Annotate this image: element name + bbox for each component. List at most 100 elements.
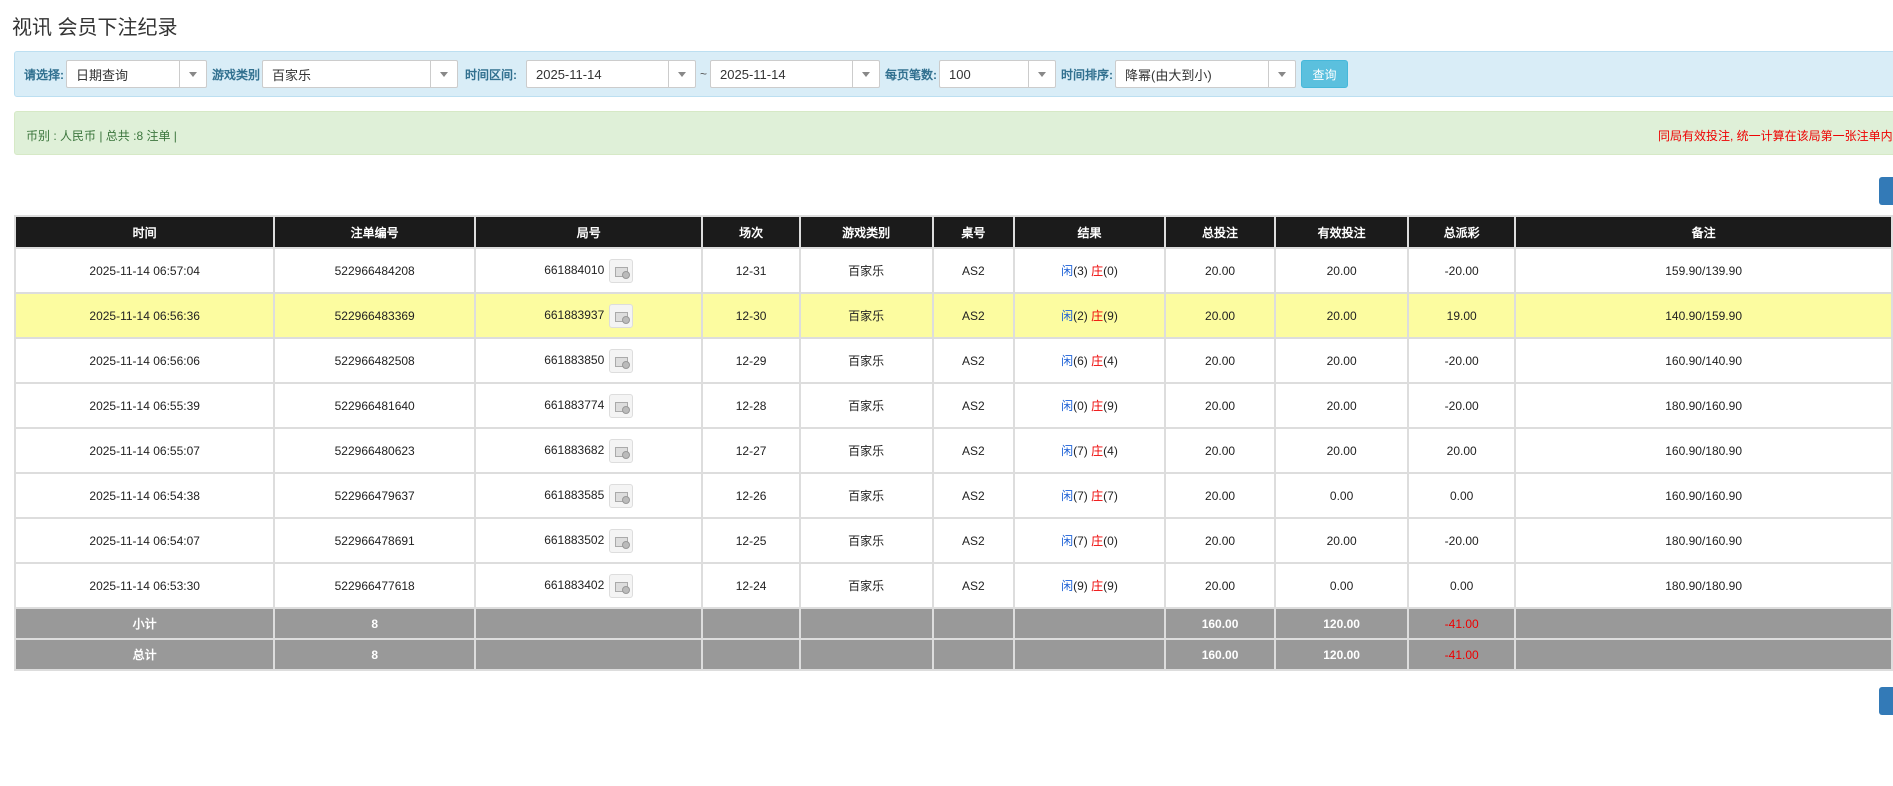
game-type-label: 游戏类别 <box>212 67 261 82</box>
cell-result: 闲(6) 庄(4) <box>1013 337 1166 384</box>
cell-bet-id: 522966478691 <box>273 517 476 564</box>
result-banker-score: (9) <box>1103 309 1118 323</box>
cell-bet-id: 522966479637 <box>273 472 476 519</box>
query-button[interactable]: 查询 <box>1301 60 1349 88</box>
cell-valid-bet: 20.00 <box>1274 292 1410 339</box>
top-action-button[interactable] <box>1879 177 1893 205</box>
cell-game-type: 百家乐 <box>798 382 934 429</box>
select-label: 请选择: <box>24 67 64 82</box>
bet-summary: 币别 : 人民币 | 总共 :8 注单 | <box>26 129 177 143</box>
subtotal-row: 小计 8 160.00 120.00 -41.00 <box>13 607 1893 640</box>
round-id-text: 661883502 <box>544 532 605 547</box>
round-id-text: 661883585 <box>544 487 605 502</box>
query-type-select[interactable]: 日期查询 <box>66 60 207 88</box>
result-banker-label: 庄 <box>1091 534 1104 548</box>
col-header-valid-bet: 有效投注 <box>1274 215 1410 249</box>
filter-bar: 请选择: 日期查询 游戏类别 百家乐 时间区间: 2025-11-14 ~ 20… <box>14 51 1893 97</box>
result-player-score: (3) <box>1073 264 1088 278</box>
cell-time: 2025-11-14 06:56:36 <box>13 292 276 339</box>
cell-game-type: 百家乐 <box>798 562 934 609</box>
cell-remark: 180.90/160.90 <box>1514 382 1893 429</box>
cell-time: 2025-11-14 06:57:04 <box>13 247 276 294</box>
subtotal-total-bet: 160.00 <box>1163 607 1277 640</box>
result-banker-score: (7) <box>1103 489 1118 503</box>
cell-table-no: AS2 <box>931 247 1016 294</box>
cell-time: 2025-11-14 06:53:30 <box>13 562 276 609</box>
round-id-text: 661883402 <box>544 577 605 592</box>
result-player-score: (6) <box>1073 354 1088 368</box>
cell-payout: 19.00 <box>1407 292 1517 339</box>
info-bar: 币别 : 人民币 | 总共 :8 注单 | 同局有效投注, 统一计算在该局第一张… <box>14 111 1893 155</box>
valid-bet-notice: 同局有效投注, 统一计算在该局第一张注单内 <box>1658 129 1893 143</box>
table-row: 2025-11-14 06:56:06 522966482508 661883850… <box>13 337 1893 384</box>
cell-bet-id: 522966482508 <box>273 337 476 384</box>
page-size-label: 每页笔数: <box>885 67 938 82</box>
chevron-down-icon <box>852 61 879 87</box>
cell-remark: 180.90/160.90 <box>1514 517 1893 564</box>
game-type-select[interactable]: 百家乐 <box>262 60 459 88</box>
subtotal-payout: -41.00 <box>1407 607 1517 640</box>
range-separator: ~ <box>700 67 708 81</box>
video-replay-icon[interactable] <box>609 348 634 373</box>
cell-session: 12-30 <box>701 292 801 339</box>
subtotal-valid-bet: 120.00 <box>1274 607 1410 640</box>
cell-round-id: 661883502 <box>473 517 704 564</box>
result-player-label: 闲 <box>1061 399 1074 413</box>
result-player-score: (9) <box>1073 579 1088 593</box>
cell-remark: 140.90/159.90 <box>1514 292 1893 339</box>
total-label: 总计 <box>13 638 276 671</box>
cell-bet-id: 522966481640 <box>273 382 476 429</box>
result-banker-label: 庄 <box>1091 309 1104 323</box>
result-player-score: (7) <box>1073 489 1088 503</box>
col-header-payout: 总派彩 <box>1407 215 1517 249</box>
cell-session: 12-31 <box>701 247 801 294</box>
table-row: 2025-11-14 06:56:36 522966483369 661883937… <box>13 292 1893 339</box>
cell-session: 12-24 <box>701 562 801 609</box>
video-replay-icon[interactable] <box>609 393 634 418</box>
page-size-select[interactable]: 100 <box>939 60 1057 88</box>
video-replay-icon[interactable] <box>609 258 634 283</box>
result-banker-score: (0) <box>1103 264 1118 278</box>
cell-result: 闲(7) 庄(0) <box>1013 517 1166 564</box>
cell-total-bet: 20.00 <box>1163 292 1277 339</box>
video-replay-icon[interactable] <box>609 573 634 598</box>
table-row: 2025-11-14 06:54:38 522966479637 661883585… <box>13 472 1893 519</box>
cell-valid-bet: 0.00 <box>1274 472 1410 519</box>
cell-game-type: 百家乐 <box>798 247 934 294</box>
start-date-select[interactable]: 2025-11-14 <box>526 60 697 88</box>
table-row: 2025-11-14 06:54:07 522966478691 661883502… <box>13 517 1893 564</box>
cell-payout: 0.00 <box>1407 562 1517 609</box>
round-id-text: 661884010 <box>544 262 605 277</box>
sort-select[interactable]: 降幂(由大到小) <box>1115 60 1297 88</box>
cell-session: 12-26 <box>701 472 801 519</box>
video-replay-icon[interactable] <box>609 438 634 463</box>
bottom-action-button[interactable] <box>1879 687 1893 715</box>
video-replay-icon[interactable] <box>609 528 634 553</box>
video-replay-icon[interactable] <box>609 483 634 508</box>
chevron-down-icon <box>668 61 695 87</box>
round-id-text: 661883682 <box>544 442 605 457</box>
cell-round-id: 661883682 <box>473 427 704 474</box>
chevron-down-icon <box>1028 61 1055 87</box>
cell-remark: 160.90/160.90 <box>1514 472 1893 519</box>
cell-payout: -20.00 <box>1407 247 1517 294</box>
result-banker-label: 庄 <box>1091 579 1104 593</box>
cell-valid-bet: 20.00 <box>1274 517 1410 564</box>
cell-bet-id: 522966477618 <box>273 562 476 609</box>
page-title: 视讯 会员下注纪录 <box>12 17 178 39</box>
cell-session: 12-29 <box>701 337 801 384</box>
chevron-down-icon <box>179 61 206 87</box>
end-date-select[interactable]: 2025-11-14 <box>710 60 881 88</box>
col-header-round-id: 局号 <box>473 215 704 249</box>
video-replay-icon[interactable] <box>609 303 634 328</box>
result-player-score: (7) <box>1073 534 1088 548</box>
cell-time: 2025-11-14 06:55:39 <box>13 382 276 429</box>
cell-round-id: 661883850 <box>473 337 704 384</box>
cell-valid-bet: 0.00 <box>1274 562 1410 609</box>
total-valid-bet: 120.00 <box>1274 638 1410 671</box>
cell-remark: 160.90/180.90 <box>1514 427 1893 474</box>
result-player-label: 闲 <box>1061 309 1074 323</box>
cell-round-id: 661883774 <box>473 382 704 429</box>
cell-result: 闲(2) 庄(9) <box>1013 292 1166 339</box>
sort-label: 时间排序: <box>1061 67 1114 82</box>
